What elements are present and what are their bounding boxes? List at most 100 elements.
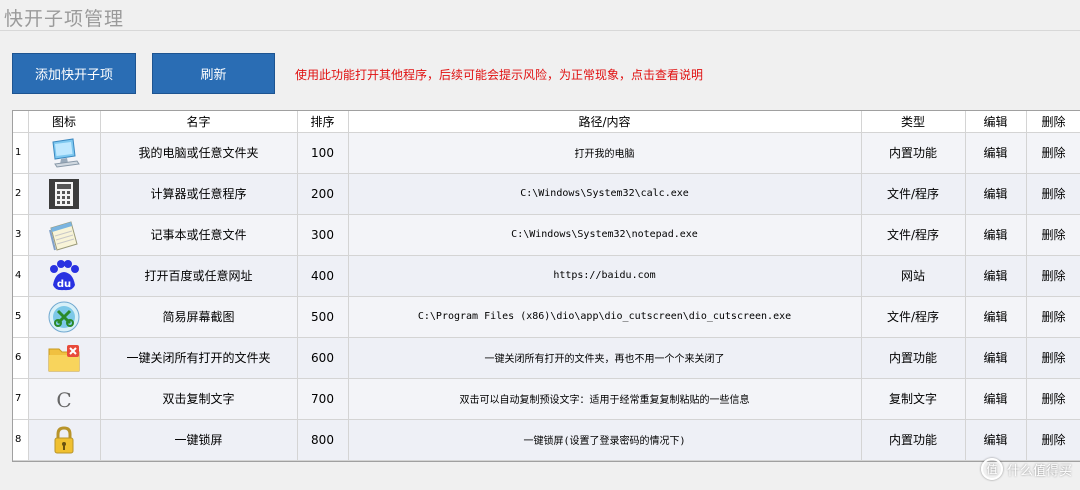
row-delete-button[interactable]: 删除 bbox=[1026, 296, 1080, 338]
row-name[interactable]: 记事本或任意文件 bbox=[100, 214, 298, 256]
row-type: 内置功能 bbox=[861, 132, 966, 174]
row-path: 打开我的电脑 bbox=[348, 132, 862, 174]
lock-icon bbox=[47, 423, 81, 457]
add-quick-item-button[interactable]: 添加快开子项 bbox=[12, 53, 136, 94]
row-delete-button[interactable]: 删除 bbox=[1026, 378, 1080, 420]
folder-close-icon bbox=[47, 341, 81, 375]
calculator-icon bbox=[47, 177, 81, 211]
row-edit-button[interactable]: 编辑 bbox=[965, 132, 1027, 174]
row-path: 双击可以自动复制预设文字：适用于经常重复复制粘贴的一些信息 bbox=[348, 378, 862, 420]
row-icon-cell bbox=[28, 296, 101, 338]
row-edit-button[interactable]: 编辑 bbox=[965, 419, 1027, 461]
table-row[interactable]: 2 计算器或任意程序 200 C:\Windows\System32\calc.… bbox=[13, 173, 1080, 215]
status-area bbox=[0, 462, 1080, 490]
row-path: C:\Program Files (x86)\dio\app\dio_cutsc… bbox=[348, 296, 862, 338]
header-rownum bbox=[13, 111, 29, 133]
row-order: 600 bbox=[297, 337, 349, 379]
table-row[interactable]: 6 一键关闭所有打开的文件夹 600 一键关闭所有打开的文件夹，再也不用一个个来… bbox=[13, 337, 1080, 379]
baidu-icon: du bbox=[47, 259, 81, 293]
row-delete-button[interactable]: 删除 bbox=[1026, 337, 1080, 379]
row-order: 400 bbox=[297, 255, 349, 297]
svg-text:du: du bbox=[57, 279, 71, 290]
row-edit-button[interactable]: 编辑 bbox=[965, 214, 1027, 256]
row-delete-button[interactable]: 删除 bbox=[1026, 255, 1080, 297]
row-number: 5 bbox=[13, 296, 29, 338]
copy-text-icon: C bbox=[47, 382, 81, 416]
row-path: C:\Windows\System32\calc.exe bbox=[348, 173, 862, 215]
row-number: 1 bbox=[13, 132, 29, 174]
row-icon-cell bbox=[28, 337, 101, 379]
table-row[interactable]: 7 C 双击复制文字 700 双击可以自动复制预设文字：适用于经常重复复制粘贴的… bbox=[13, 378, 1080, 420]
row-icon-cell: C bbox=[28, 378, 101, 420]
table-row[interactable]: 4 du 打开百度或任意网址 400 https://baidu.com 网站 … bbox=[13, 255, 1080, 297]
row-number: 6 bbox=[13, 337, 29, 379]
table-row[interactable]: 3 记事本或任意文件 300 C:\Windows\System32\notep… bbox=[13, 214, 1080, 256]
row-edit-button[interactable]: 编辑 bbox=[965, 337, 1027, 379]
svg-text:C: C bbox=[56, 388, 71, 412]
row-type: 内置功能 bbox=[861, 337, 966, 379]
refresh-button[interactable]: 刷新 bbox=[152, 53, 275, 94]
row-type: 复制文字 bbox=[861, 378, 966, 420]
row-icon-cell bbox=[28, 132, 101, 174]
table-header-row: 图标 名字 排序 路径/内容 类型 编辑 删除 bbox=[13, 111, 1080, 133]
title-divider bbox=[0, 30, 1080, 31]
row-name[interactable]: 一键锁屏 bbox=[100, 419, 298, 461]
row-order: 200 bbox=[297, 173, 349, 215]
row-number: 3 bbox=[13, 214, 29, 256]
row-delete-button[interactable]: 删除 bbox=[1026, 214, 1080, 256]
header-name[interactable]: 名字 bbox=[100, 111, 298, 133]
row-delete-button[interactable]: 删除 bbox=[1026, 132, 1080, 174]
row-edit-button[interactable]: 编辑 bbox=[965, 378, 1027, 420]
table-row[interactable]: 8 一键锁屏 800 一键锁屏(设置了登录密码的情况下) 内置功能 编辑 删除 bbox=[13, 419, 1080, 461]
row-icon-cell bbox=[28, 173, 101, 215]
header-edit[interactable]: 编辑 bbox=[965, 111, 1027, 133]
row-order: 100 bbox=[297, 132, 349, 174]
row-type: 网站 bbox=[861, 255, 966, 297]
row-name[interactable]: 打开百度或任意网址 bbox=[100, 255, 298, 297]
items-table: 图标 名字 排序 路径/内容 类型 编辑 删除 1 我的电脑或任意文件夹 100… bbox=[12, 110, 1080, 462]
row-icon-cell: du bbox=[28, 255, 101, 297]
computer-icon bbox=[47, 136, 81, 170]
header-icon[interactable]: 图标 bbox=[28, 111, 101, 133]
notepad-icon bbox=[47, 218, 81, 252]
screenshot-icon bbox=[47, 300, 81, 334]
row-number: 7 bbox=[13, 378, 29, 420]
window-title: 快开子项管理 bbox=[4, 8, 125, 30]
header-order[interactable]: 排序 bbox=[297, 111, 349, 133]
table-row[interactable]: 1 我的电脑或任意文件夹 100 打开我的电脑 内置功能 编辑 删除 bbox=[13, 132, 1080, 174]
row-number: 8 bbox=[13, 419, 29, 461]
row-name[interactable]: 计算器或任意程序 bbox=[100, 173, 298, 215]
row-path: 一键锁屏(设置了登录密码的情况下) bbox=[348, 419, 862, 461]
row-icon-cell bbox=[28, 214, 101, 256]
row-path: 一键关闭所有打开的文件夹，再也不用一个个来关闭了 bbox=[348, 337, 862, 379]
row-order: 500 bbox=[297, 296, 349, 338]
row-order: 300 bbox=[297, 214, 349, 256]
row-name[interactable]: 双击复制文字 bbox=[100, 378, 298, 420]
row-icon-cell bbox=[28, 419, 101, 461]
row-name[interactable]: 简易屏幕截图 bbox=[100, 296, 298, 338]
row-edit-button[interactable]: 编辑 bbox=[965, 173, 1027, 215]
header-delete[interactable]: 删除 bbox=[1026, 111, 1080, 133]
row-type: 文件/程序 bbox=[861, 173, 966, 215]
row-order: 800 bbox=[297, 419, 349, 461]
header-path[interactable]: 路径/内容 bbox=[348, 111, 862, 133]
row-number: 2 bbox=[13, 173, 29, 215]
row-edit-button[interactable]: 编辑 bbox=[965, 296, 1027, 338]
row-delete-button[interactable]: 删除 bbox=[1026, 419, 1080, 461]
watermark: 值 什么值得买 bbox=[980, 458, 1072, 480]
table-row[interactable]: 5 简易屏幕截图 500 C:\Program Files (x86)\dio\… bbox=[13, 296, 1080, 338]
row-name[interactable]: 我的电脑或任意文件夹 bbox=[100, 132, 298, 174]
watermark-badge: 值 bbox=[980, 458, 1003, 480]
header-type[interactable]: 类型 bbox=[861, 111, 966, 133]
row-type: 内置功能 bbox=[861, 419, 966, 461]
row-path: https://baidu.com bbox=[348, 255, 862, 297]
risk-notice-link[interactable]: 使用此功能打开其他程序，后续可能会提示风险，为正常现象，点击查看说明 bbox=[295, 66, 703, 83]
row-order: 700 bbox=[297, 378, 349, 420]
row-edit-button[interactable]: 编辑 bbox=[965, 255, 1027, 297]
row-path: C:\Windows\System32\notepad.exe bbox=[348, 214, 862, 256]
watermark-text: 什么值得买 bbox=[1006, 463, 1072, 479]
row-type: 文件/程序 bbox=[861, 214, 966, 256]
row-name[interactable]: 一键关闭所有打开的文件夹 bbox=[100, 337, 298, 379]
row-delete-button[interactable]: 删除 bbox=[1026, 173, 1080, 215]
row-number: 4 bbox=[13, 255, 29, 297]
